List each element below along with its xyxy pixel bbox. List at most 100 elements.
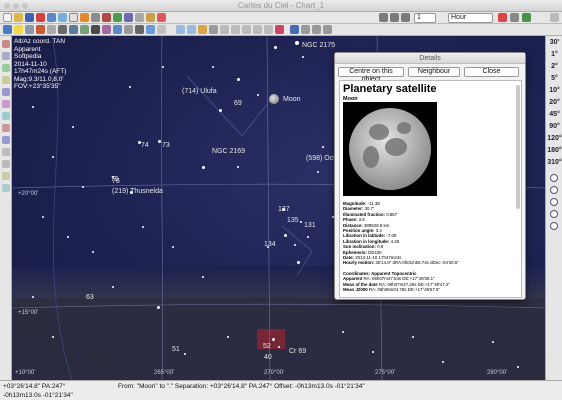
help-icon[interactable] [157,13,166,22]
star[interactable] [284,234,287,237]
star[interactable] [52,336,54,338]
star[interactable] [129,86,131,88]
star[interactable] [297,261,300,264]
east-icon[interactable] [242,25,251,34]
moon-marker[interactable] [269,94,279,104]
toolbar-overflow-icon[interactable] [550,13,559,22]
fov-icon[interactable] [301,25,310,34]
zoom-in-icon[interactable] [176,25,185,34]
star[interactable] [157,306,160,309]
display-icon[interactable] [91,13,100,22]
star[interactable] [517,366,519,368]
star[interactable] [162,66,164,68]
flip-y-icon[interactable] [2,136,10,144]
star[interactable] [202,166,205,169]
south-icon[interactable] [231,25,240,34]
flip-icon[interactable] [198,25,207,34]
time-now-icon[interactable] [498,13,507,22]
neighbour-button[interactable]: Neighbour [408,67,460,77]
west-icon[interactable] [253,25,262,34]
star[interactable] [112,286,114,288]
pictures-icon[interactable] [102,13,111,22]
star[interactable] [307,236,309,238]
star[interactable] [274,46,277,49]
zoom-1deg-button[interactable]: 1° [547,51,562,58]
star[interactable] [172,246,174,248]
zoom-310deg-button[interactable]: 310° [547,159,562,166]
star[interactable] [42,216,44,218]
star-icon[interactable] [14,25,23,34]
milky-way-icon[interactable] [69,25,78,34]
star[interactable] [278,346,280,348]
time-back-icon[interactable] [379,13,388,22]
observatory-icon[interactable] [69,13,78,22]
zoom-180deg-button[interactable]: 180° [547,147,562,154]
equatorial-icon[interactable] [2,88,10,96]
search-icon[interactable] [135,13,144,22]
view-east-icon[interactable] [550,198,558,206]
star[interactable] [82,186,84,188]
star[interactable] [227,336,229,338]
star[interactable] [295,41,299,45]
star[interactable] [302,56,304,58]
save-icon[interactable] [25,13,34,22]
time-step-value[interactable]: 1 [414,13,436,23]
close-button[interactable]: Close [464,67,519,77]
open-folder-icon[interactable] [14,13,23,22]
copy-icon[interactable] [47,13,56,22]
rotate-left-icon[interactable] [2,148,10,156]
star[interactable] [32,106,34,108]
view-west-icon[interactable] [550,210,558,218]
zoom-2deg-button[interactable]: 2° [547,63,562,70]
telescope-icon[interactable] [146,13,155,22]
new-chart-icon[interactable] [3,13,12,22]
star[interactable] [317,171,319,173]
north-icon[interactable] [220,25,229,34]
details-scrollbar[interactable] [516,85,520,209]
star[interactable] [142,226,144,228]
ecliptic-tool-icon[interactable] [2,100,10,108]
zoom-5deg-button[interactable]: 5° [547,75,562,82]
star[interactable] [158,140,161,143]
star[interactable] [32,296,34,298]
date-time-icon[interactable] [80,13,89,22]
star[interactable] [52,156,54,158]
grid-icon[interactable] [113,25,122,34]
star[interactable] [492,341,494,343]
line-icon[interactable] [80,25,89,34]
view-zenith-icon[interactable] [550,222,558,230]
constellation-icon[interactable] [91,25,100,34]
mag-limit-icon[interactable] [312,25,321,34]
rotate-right-icon[interactable] [2,160,10,168]
chart-list-icon[interactable] [2,40,10,48]
horizon-icon[interactable] [135,25,144,34]
star[interactable] [237,78,240,81]
eyepiece-icon[interactable] [3,25,12,34]
star[interactable] [92,251,94,253]
zenith-icon[interactable] [264,25,273,34]
animation-play-icon[interactable] [522,13,531,22]
undo-icon[interactable] [2,172,10,180]
ecliptic-icon[interactable] [157,25,166,34]
flip-x-icon[interactable] [2,124,10,132]
view-north-icon[interactable] [550,174,558,182]
time-forward-icon[interactable] [401,13,410,22]
centre-on-object-button[interactable]: Centre on this object [338,67,404,83]
labels-icon[interactable] [124,25,133,34]
zoom-120deg-button[interactable]: 120° [547,135,562,142]
star[interactable] [300,221,302,223]
star[interactable] [412,336,414,338]
galactic-icon[interactable] [2,112,10,120]
star[interactable] [212,66,214,68]
star[interactable] [202,276,204,278]
chart-settings-icon[interactable] [58,13,67,22]
rotate-icon[interactable] [209,25,218,34]
star[interactable] [237,166,239,168]
time-stop-icon[interactable] [510,13,519,22]
calendar-icon[interactable] [275,25,284,34]
zoom-out-icon[interactable] [187,25,196,34]
star[interactable] [322,146,324,148]
zoom-45deg-button[interactable]: 45° [547,111,562,118]
redo-icon[interactable] [2,184,10,192]
chart-type-icon[interactable] [290,25,299,34]
